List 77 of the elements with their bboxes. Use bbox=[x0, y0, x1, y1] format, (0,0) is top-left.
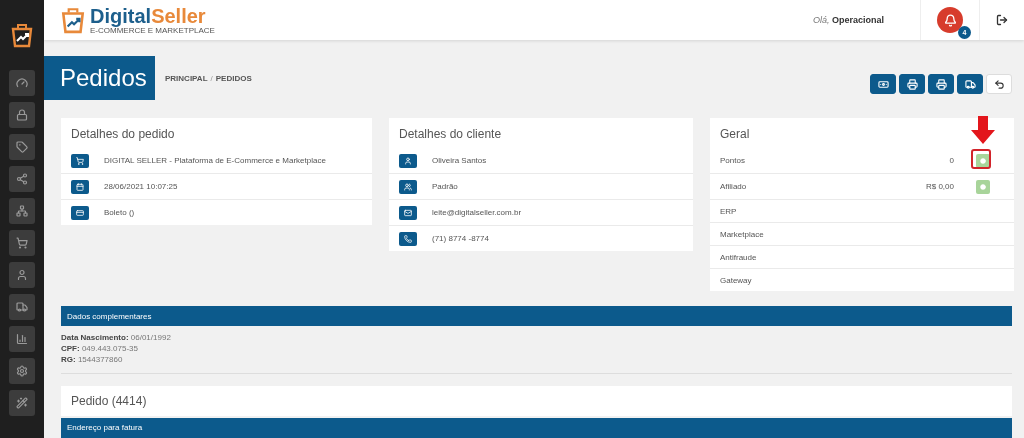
info-line: CPF: 049.443.075-35 bbox=[61, 343, 139, 355]
logo-wordmark: DigitalSeller bbox=[90, 5, 207, 26]
section-header: Endereço para fatura bbox=[61, 417, 1012, 438]
row-label: Marketplace bbox=[720, 229, 765, 239]
sidebar-button[interactable] bbox=[9, 326, 35, 352]
detail-text: leite@digitalseller.com.br bbox=[432, 208, 522, 217]
sidebar-button[interactable] bbox=[9, 262, 35, 288]
sidebar-button[interactable] bbox=[9, 102, 35, 128]
detail-text: (71) 8774 -8774 bbox=[432, 234, 489, 243]
add-button[interactable] bbox=[976, 153, 990, 168]
sidebar-button[interactable] bbox=[9, 198, 35, 224]
breadcrumb-current: PEDIDOS bbox=[215, 73, 252, 83]
truck-icon bbox=[964, 78, 976, 90]
sidebar-button[interactable] bbox=[9, 294, 35, 320]
dot-icon bbox=[980, 157, 986, 164]
row-value: R$ 0,00 bbox=[925, 182, 954, 191]
info-line: Data Nascimento: 06/01/1992 bbox=[61, 332, 172, 344]
sidebar-button[interactable] bbox=[9, 390, 35, 416]
network-icon bbox=[16, 205, 28, 217]
card-title: Geral bbox=[720, 127, 750, 141]
detail-text: Oliveira Santos bbox=[432, 156, 487, 165]
mail-icon bbox=[404, 208, 412, 217]
calendar-icon bbox=[76, 182, 84, 191]
detail-text: Boleto () bbox=[104, 208, 135, 217]
page-title: Pedidos bbox=[44, 56, 155, 100]
logo-icon bbox=[11, 22, 33, 48]
lock-icon bbox=[16, 109, 28, 121]
breadcrumb-separator: / bbox=[210, 73, 213, 83]
sidebar-button[interactable] bbox=[9, 70, 35, 96]
row-label: Gateway bbox=[720, 275, 753, 285]
user-icon bbox=[404, 156, 412, 165]
share-icon bbox=[16, 173, 28, 185]
undo-icon bbox=[993, 78, 1005, 90]
gauge-icon bbox=[16, 77, 28, 89]
bell-icon bbox=[943, 13, 957, 27]
banknote-icon bbox=[877, 78, 889, 90]
toolbar-button[interactable] bbox=[899, 74, 925, 94]
logout-button[interactable] bbox=[996, 14, 1008, 26]
printer-icon bbox=[906, 78, 918, 90]
row-label: Afiliado bbox=[720, 182, 748, 191]
logo-icon bbox=[60, 6, 86, 34]
settings-icon bbox=[16, 365, 28, 377]
sidebar-button[interactable] bbox=[9, 358, 35, 384]
greeting: Olá, Operacional bbox=[812, 15, 885, 25]
detail-text: DIGITAL SELLER - Plataforma de E-Commerce e Marketplace bbox=[104, 156, 326, 165]
card-title: Detalhes do cliente bbox=[399, 127, 502, 141]
users-icon bbox=[404, 182, 412, 191]
pointer-arrow bbox=[971, 115, 995, 144]
user-icon bbox=[16, 269, 28, 281]
row-label: Pontos bbox=[720, 156, 746, 165]
sidebar-button[interactable] bbox=[9, 166, 35, 192]
detail-text: Padrão bbox=[432, 182, 458, 191]
card-title: Detalhes do pedido bbox=[71, 127, 175, 141]
order-heading: Pedido (4414) bbox=[61, 386, 1012, 416]
credit-card-icon bbox=[76, 208, 84, 217]
detail-text: 28/06/2021 10:07:25 bbox=[104, 182, 178, 191]
breadcrumb-link[interactable]: PRINCIPAL bbox=[165, 73, 208, 83]
wand-icon bbox=[16, 397, 28, 409]
toolbar-button[interactable] bbox=[928, 74, 954, 94]
sidebar-button[interactable] bbox=[9, 134, 35, 160]
info-line: RG: 1544377860 bbox=[61, 354, 124, 366]
cart-icon bbox=[76, 156, 84, 165]
tag-icon bbox=[16, 141, 28, 153]
truck-icon bbox=[16, 301, 28, 313]
toolbar-button[interactable] bbox=[957, 74, 983, 94]
section-header: Dados complementares bbox=[61, 306, 1012, 327]
toolbar-button[interactable] bbox=[870, 74, 896, 94]
cart-icon bbox=[16, 237, 28, 249]
row-value: 0 bbox=[949, 156, 954, 165]
printer-icon bbox=[935, 78, 947, 90]
dot-icon bbox=[980, 183, 986, 190]
notifications-button[interactable] bbox=[937, 7, 963, 33]
phone-icon bbox=[404, 234, 412, 243]
row-label: Antifraude bbox=[720, 252, 758, 262]
bar-chart-icon bbox=[16, 333, 28, 345]
row-label: ERP bbox=[720, 206, 738, 216]
sidebar-button[interactable] bbox=[9, 230, 35, 256]
